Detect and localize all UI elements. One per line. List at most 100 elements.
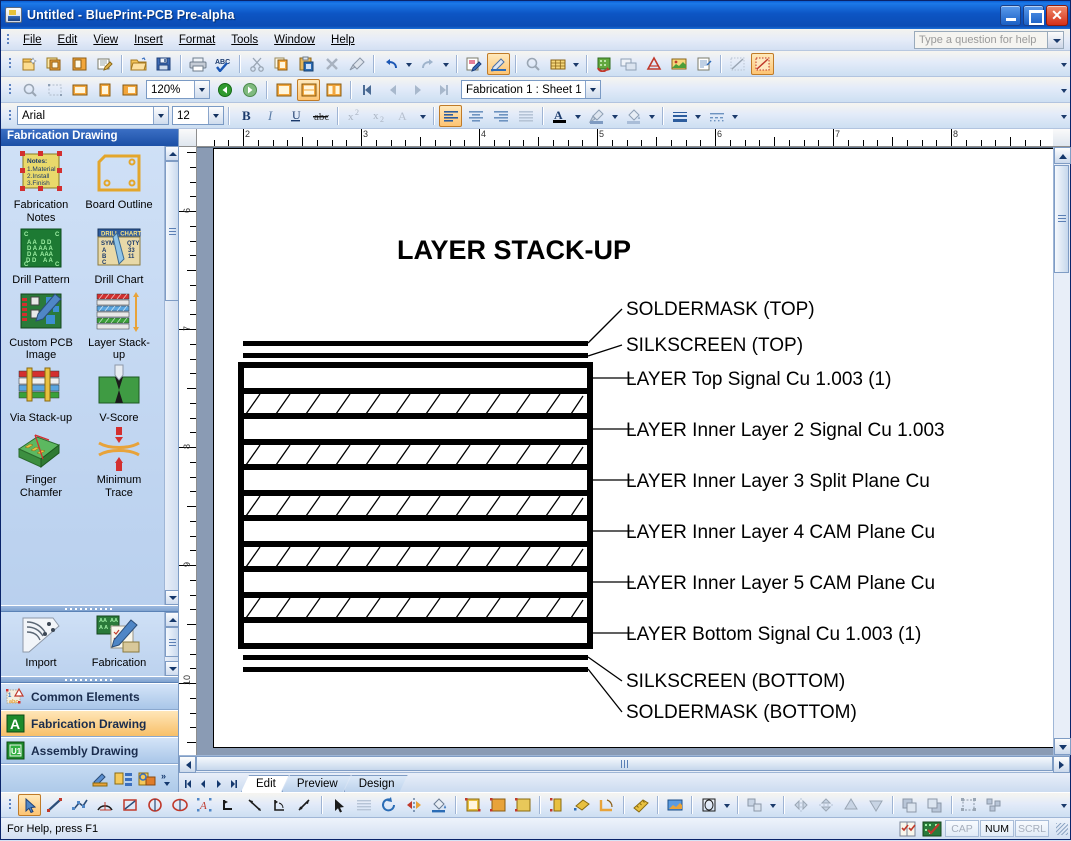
fill-color-icon[interactable] xyxy=(622,105,645,127)
scroll-down-button[interactable] xyxy=(1054,738,1071,755)
measure-icon[interactable] xyxy=(629,794,652,816)
drill-table-icon[interactable] xyxy=(461,794,484,816)
menu-tools[interactable]: Tools xyxy=(223,31,266,49)
line-color-icon[interactable] xyxy=(585,105,608,127)
group-icon[interactable] xyxy=(957,794,980,816)
ellipse-icon[interactable] xyxy=(168,794,191,816)
new-sheet-icon[interactable] xyxy=(43,53,66,75)
vertical-split-icon[interactable] xyxy=(322,79,345,101)
panel-scroll-thumb[interactable] xyxy=(165,161,178,301)
redo-dropdown-icon[interactable] xyxy=(440,53,452,75)
menu-format[interactable]: Format xyxy=(171,31,223,49)
select-pointer-icon[interactable] xyxy=(18,794,41,816)
menu-view[interactable]: View xyxy=(85,31,126,49)
horizontal-scroll-thumb[interactable] xyxy=(196,756,1053,771)
align-right-icon[interactable] xyxy=(489,105,512,127)
text-scale-dropdown-icon[interactable] xyxy=(417,105,429,127)
bring-front-icon[interactable] xyxy=(898,794,921,816)
tab-prev-icon[interactable] xyxy=(196,776,211,792)
secondary-scroll-thumb[interactable] xyxy=(165,627,179,657)
standard-toolbar-overflow-icon[interactable] xyxy=(1058,53,1070,75)
canvas-viewport[interactable]: LAYER STACK-UP SOLDERMASK (TOP) SILKSCRE… xyxy=(197,147,1053,755)
gallery-item-via-stackup[interactable]: Via Stack-up xyxy=(5,363,77,425)
underline-icon[interactable]: U xyxy=(284,105,307,127)
gallery-splitter[interactable] xyxy=(1,605,178,612)
gallery-item-custom-pcb-image[interactable]: Custom PCB Image xyxy=(5,288,77,362)
horizontal-scrollbar[interactable] xyxy=(179,755,1070,773)
new-note-icon[interactable] xyxy=(93,53,116,75)
image-icon[interactable] xyxy=(667,53,690,75)
dimension-linear-icon[interactable] xyxy=(243,794,266,816)
horizontal-ruler[interactable]: 2 3 4 5 6 7 8 xyxy=(197,129,1053,147)
leader-icon[interactable] xyxy=(218,794,241,816)
panel-splitter-2[interactable] xyxy=(1,676,178,683)
align-top-icon[interactable] xyxy=(839,794,862,816)
dimension-radial-icon[interactable] xyxy=(293,794,316,816)
dimension-angular-icon[interactable] xyxy=(268,794,291,816)
secondary-scroll-down-button[interactable] xyxy=(165,661,179,676)
menu-window[interactable]: Window xyxy=(266,31,323,49)
circle-icon[interactable] xyxy=(143,794,166,816)
gallery-item-import[interactable]: Import xyxy=(5,614,77,670)
bold-icon[interactable]: B xyxy=(234,105,257,127)
new-view-icon[interactable] xyxy=(68,53,91,75)
zoom-window-icon[interactable] xyxy=(43,79,66,101)
align-justify-icon[interactable] xyxy=(514,105,537,127)
line-color-dropdown-icon[interactable] xyxy=(609,105,621,127)
formatting-toolbar-grip[interactable] xyxy=(6,107,15,125)
prev-sheet-icon[interactable] xyxy=(381,79,404,101)
zoom-fit-icon[interactable] xyxy=(68,79,91,101)
tab-last-icon[interactable] xyxy=(226,776,241,792)
ruler-corner[interactable] xyxy=(179,129,197,147)
edit-view-icon[interactable] xyxy=(487,52,510,75)
align-left-icon[interactable] xyxy=(439,104,462,127)
font-size-dropdown-icon[interactable] xyxy=(208,107,223,124)
gallery-item-minimum-trace[interactable]: Minimum Trace xyxy=(83,425,155,499)
scroll-left-button[interactable] xyxy=(179,756,196,773)
gallery-item-v-score[interactable]: V-Score xyxy=(83,363,155,425)
text-icon[interactable]: A xyxy=(193,794,216,816)
vertical-scroll-thumb[interactable] xyxy=(1054,165,1069,273)
scroll-right-button[interactable] xyxy=(1053,756,1070,773)
gallery-item-board-outline[interactable]: Board Outline xyxy=(83,150,155,224)
gallery-item-drill-pattern[interactable]: CC A AD D D A AA A D A AAA D DA A CC Dri… xyxy=(5,225,77,287)
font-size-combo[interactable]: 12 xyxy=(172,106,224,125)
table-icon[interactable] xyxy=(692,53,715,75)
font-color-icon[interactable]: A xyxy=(548,105,571,127)
secondary-scroll-up-button[interactable] xyxy=(165,612,179,627)
help-search-dropdown-icon[interactable] xyxy=(1047,32,1063,48)
ungroup-icon[interactable] xyxy=(982,794,1005,816)
via-stackup-icon-2[interactable] xyxy=(545,794,568,816)
fill-color-dropdown-icon[interactable] xyxy=(646,105,658,127)
callout-icon[interactable] xyxy=(617,53,640,75)
view-toolbar-grip[interactable] xyxy=(6,81,15,99)
menu-grip[interactable] xyxy=(4,31,13,49)
shape-icon[interactable] xyxy=(697,794,720,816)
sidebar-item-fabrication-drawing[interactable]: A Fabrication Drawing xyxy=(1,710,178,737)
maximize-button[interactable] xyxy=(1023,4,1044,26)
single-view-icon[interactable] xyxy=(272,79,295,101)
tab-preview[interactable]: Preview xyxy=(282,775,351,792)
grid-icon[interactable] xyxy=(546,53,569,75)
forward-icon[interactable] xyxy=(238,79,261,101)
snap-grid-icon[interactable] xyxy=(751,52,774,75)
close-button[interactable]: ✕ xyxy=(1046,4,1068,26)
gallery-item-fabrication-notes[interactable]: Notes: 1.Material 2.Install 3.Finish Fab… xyxy=(5,150,77,224)
panel-scroll-down-button[interactable] xyxy=(165,590,178,605)
polyline-icon[interactable] xyxy=(68,794,91,816)
line-icon[interactable] xyxy=(43,794,66,816)
picture-frame-icon[interactable] xyxy=(663,794,686,816)
align-center-icon[interactable] xyxy=(464,105,487,127)
standard-toolbar-grip[interactable] xyxy=(6,55,15,73)
task-panel-scrollbar[interactable] xyxy=(164,146,178,605)
zoom-icon[interactable] xyxy=(521,53,544,75)
zoom-tool-icon[interactable] xyxy=(18,79,41,101)
chamfer-icon[interactable] xyxy=(595,794,618,816)
spelling-icon[interactable]: ABC xyxy=(211,53,234,75)
flip-horizontal-icon[interactable] xyxy=(789,794,812,816)
board-outline-icon-2[interactable] xyxy=(486,794,509,816)
properties-icon[interactable] xyxy=(137,770,157,788)
line-weight-icon[interactable] xyxy=(668,105,691,127)
line-weight-dropdown-icon[interactable] xyxy=(692,105,704,127)
refresh-icon[interactable] xyxy=(592,53,615,75)
